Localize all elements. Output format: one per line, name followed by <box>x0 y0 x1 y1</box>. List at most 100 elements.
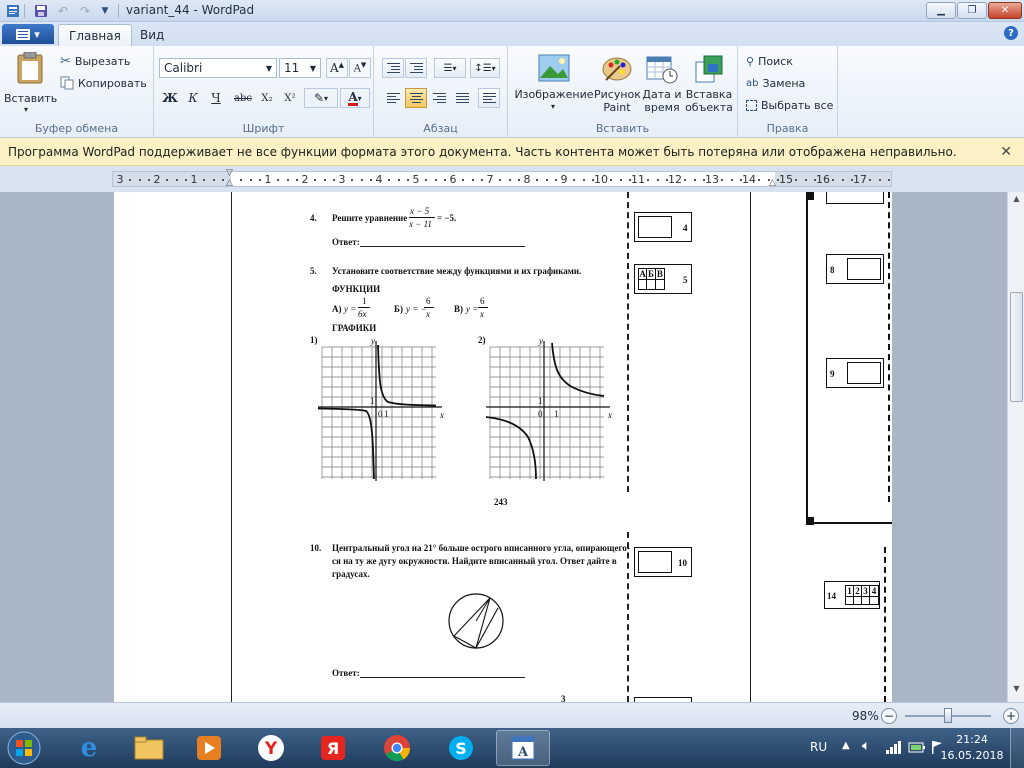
tab-home[interactable]: Главная <box>58 24 132 46</box>
q5-number: 5. <box>310 266 317 276</box>
ruler-label: 12 <box>668 173 682 186</box>
replace-button[interactable]: ab Замена <box>746 73 805 93</box>
select-all-button[interactable]: Выбрать все <box>746 95 833 115</box>
right-indent-marker[interactable]: △ <box>769 178 779 188</box>
answer-cell <box>847 258 881 280</box>
date-time-button[interactable]: Дата и время <box>640 52 684 118</box>
paint-drawing-button[interactable]: Рисунок Paint <box>594 52 641 118</box>
bullets-button[interactable]: ☰ ▾ <box>434 58 466 78</box>
find-button[interactable]: ⚲ Поиск <box>746 51 793 71</box>
taskbar-skype[interactable]: S <box>434 730 488 766</box>
help-icon[interactable]: ? <box>1004 26 1018 40</box>
wordpad-app-icon[interactable] <box>4 2 22 20</box>
start-button[interactable] <box>4 729 44 767</box>
taskbar-explorer[interactable] <box>122 730 176 766</box>
ruler-tick <box>628 179 631 181</box>
increase-indent-icon <box>409 63 423 73</box>
answer-grid-header: А <box>639 269 648 280</box>
line-spacing-button[interactable]: ↕☰ ▾ <box>470 58 500 78</box>
graph-2-x-label: x <box>608 410 612 420</box>
fraction-bar <box>478 307 488 308</box>
replace-label: Замена <box>762 76 806 90</box>
superscript-button[interactable]: X² <box>279 88 301 108</box>
subscript-button[interactable]: X₂ <box>256 88 278 108</box>
scroll-thumb[interactable] <box>1010 292 1023 402</box>
ruler-tick <box>841 179 844 181</box>
select-all-icon <box>746 99 757 111</box>
copy-button[interactable]: Копировать <box>60 73 147 93</box>
align-right-button[interactable] <box>428 88 450 108</box>
page-left-border <box>231 192 232 702</box>
customize-toolbar-icon[interactable]: ▼ <box>96 2 114 20</box>
answer-grid-cell <box>870 597 878 604</box>
justify-button[interactable] <box>451 88 473 108</box>
cut-button[interactable]: ✂ Вырезать <box>60 51 130 71</box>
q4-denominator: x − 11 <box>409 219 432 229</box>
underline-button[interactable]: Ч <box>205 88 227 108</box>
close-button[interactable]: ✕ <box>988 2 1022 19</box>
show-hidden-icons[interactable]: ▲ <box>842 740 850 751</box>
italic-button[interactable]: К <box>182 88 204 108</box>
font-family-select[interactable]: Calibri ▼ <box>159 58 277 78</box>
taskbar-chrome[interactable] <box>370 730 424 766</box>
language-indicator[interactable]: RU <box>810 740 827 754</box>
taskbar-yandex[interactable]: Y <box>244 730 298 766</box>
insert-object-button[interactable]: Вставка объекта <box>684 52 734 118</box>
clock-date[interactable]: 16.05.2018 <box>940 749 1004 762</box>
media-player-icon <box>197 736 221 760</box>
cut-label: Вырезать <box>74 54 131 68</box>
app-menu-button[interactable]: ▾ <box>2 24 54 44</box>
paint-label-2: Paint <box>603 101 631 114</box>
clock-time[interactable]: 21:24 <box>952 733 992 746</box>
minimize-button[interactable]: ▁ <box>926 2 956 19</box>
decrease-indent-button[interactable] <box>382 58 404 78</box>
font-size-select[interactable]: 11 ▼ <box>279 58 321 78</box>
q10-line-2: ся на ту же дугу окружности. Найдите впи… <box>332 556 617 566</box>
justify-icon <box>455 93 469 103</box>
volume-icon[interactable]: 🔈︎ <box>862 738 870 754</box>
increase-indent-button[interactable] <box>405 58 427 78</box>
ruler-tick <box>832 179 835 181</box>
strikethrough-button[interactable]: abc <box>230 88 256 108</box>
zoom-level: 98% <box>852 709 879 723</box>
taskbar-internet-explorer[interactable]: e <box>62 730 116 766</box>
tab-view[interactable]: Вид <box>130 24 174 46</box>
ruler[interactable]: 3 2 1 1 2 3 4 5 6 7 8 9 10 11 12 13 14 15 16 17 ▽ △ △ <box>112 168 892 188</box>
font-color-button[interactable]: A ▾ <box>340 88 370 108</box>
undo-icon[interactable]: ↶ <box>54 2 72 20</box>
taskbar-media-player[interactable] <box>182 730 236 766</box>
zoom-in-button[interactable]: + <box>1003 708 1019 724</box>
align-center-button[interactable] <box>405 88 427 108</box>
insert-image-button[interactable]: Изображение ▾ <box>514 52 594 118</box>
network-signal-icon[interactable] <box>886 740 902 754</box>
scroll-up-icon[interactable]: ▲ <box>1010 194 1023 208</box>
close-icon: ✕ <box>1000 5 1010 16</box>
maximize-button[interactable]: ❐ <box>957 2 987 19</box>
chevron-down-icon: ▾ <box>24 105 29 114</box>
paste-button[interactable]: Вставить ▾ <box>4 50 58 116</box>
paste-label: Вставить <box>4 92 58 105</box>
highlight-color-button[interactable]: ✎ ▾ <box>304 88 338 108</box>
paragraph-settings-button[interactable] <box>478 88 500 108</box>
bold-button[interactable]: Ж <box>159 88 181 108</box>
taskbar-yandex-browser[interactable]: Я <box>306 730 360 766</box>
vertical-scrollbar[interactable]: ▲ ▼ <box>1007 192 1024 702</box>
ruler-tick <box>175 179 178 181</box>
zoom-out-button[interactable]: − <box>881 708 897 724</box>
svg-text:S: S <box>455 739 467 758</box>
ruler-tick <box>721 179 724 181</box>
hanging-indent-marker[interactable]: △ <box>226 178 236 188</box>
align-left-button[interactable] <box>382 88 404 108</box>
redo-icon[interactable]: ↷ <box>76 2 94 20</box>
scroll-down-icon[interactable]: ▼ <box>1010 684 1023 698</box>
shrink-font-button[interactable]: A▼ <box>349 58 371 78</box>
save-icon[interactable] <box>32 2 50 20</box>
zoom-slider-thumb[interactable] <box>944 708 952 723</box>
taskbar-wordpad[interactable]: A <box>496 730 550 766</box>
close-icon[interactable]: ✕ <box>1000 144 1012 160</box>
battery-icon[interactable] <box>908 740 926 754</box>
grow-font-button[interactable]: A▲ <box>326 58 348 78</box>
left-indent-marker[interactable]: ▽ <box>226 168 236 178</box>
show-desktop-button[interactable] <box>1010 728 1024 768</box>
document-page[interactable]: 4. Решите уравнение x − 5 x − 11 = −5. О… <box>114 192 892 702</box>
